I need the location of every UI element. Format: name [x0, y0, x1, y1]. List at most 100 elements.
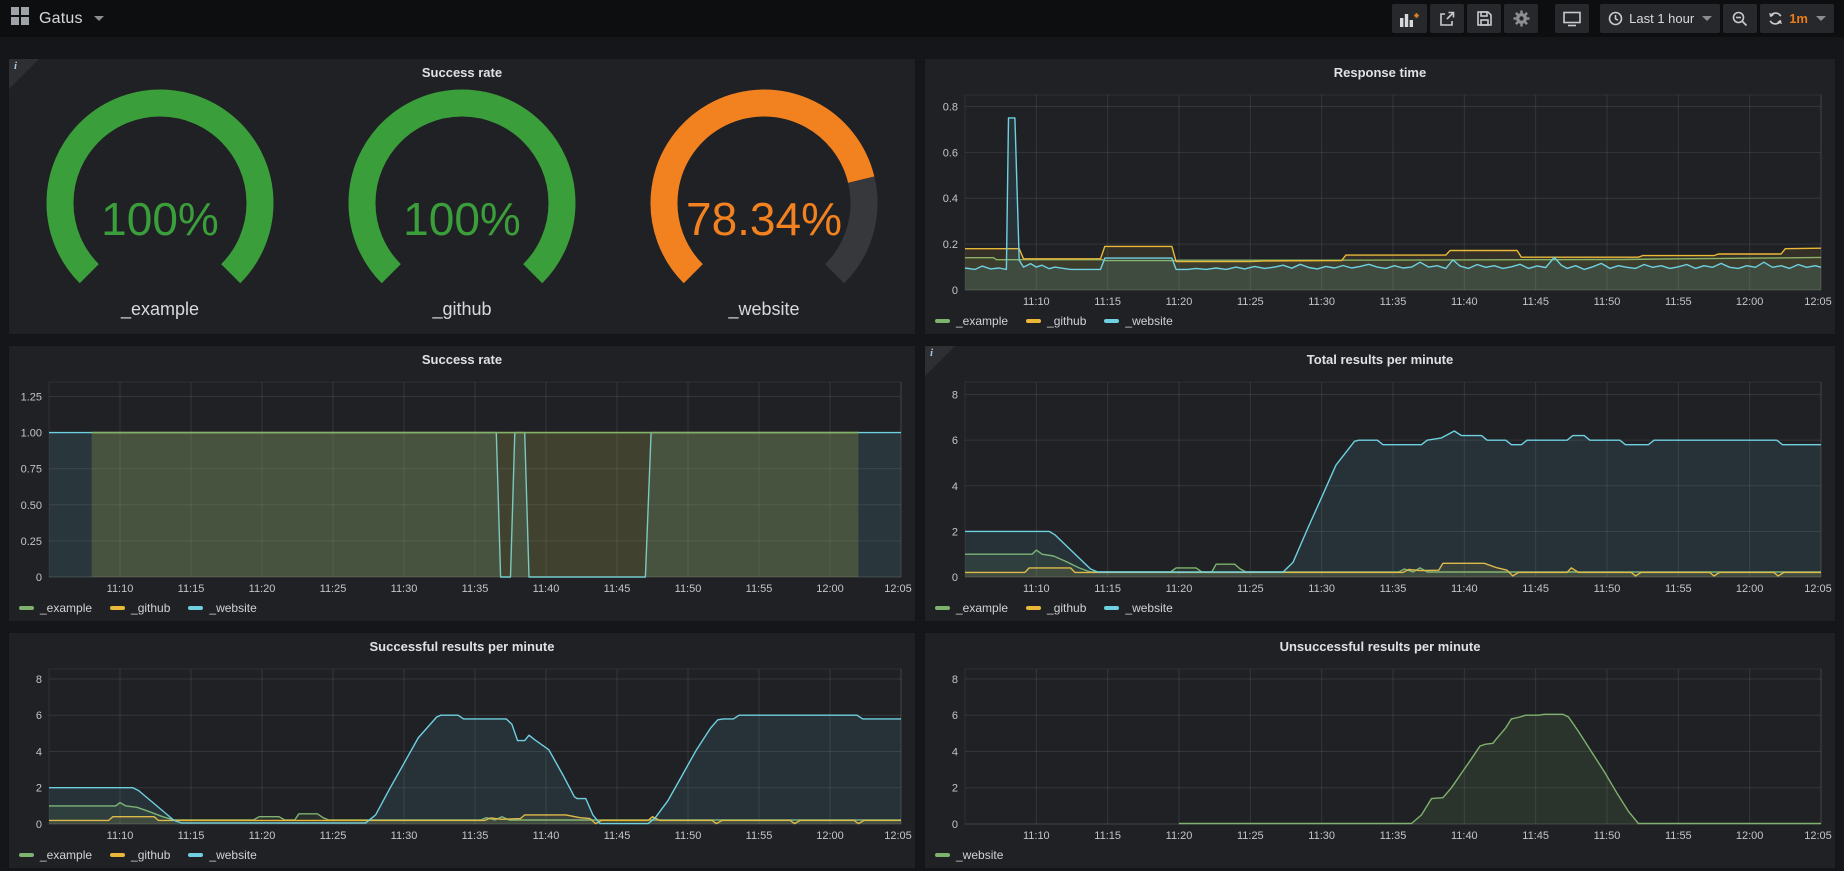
panel-total-results: i Total results per minute 11:1011:1511:…	[924, 345, 1836, 622]
share-dashboard-button[interactable]	[1430, 4, 1464, 33]
svg-text:8: 8	[952, 674, 958, 686]
panel-unsuccessful-results: Unsuccessful results per minute 11:10 11:…	[924, 632, 1836, 869]
svg-text:11:10: 11:10	[1023, 296, 1050, 308]
legend-item-_github[interactable]: _github	[110, 848, 170, 862]
successful-results-chart[interactable]: 11:1011:1511:2011:2511:3011:3511:4011:45…	[9, 659, 915, 844]
svg-text:11:55: 11:55	[746, 830, 773, 842]
panel-info-icon[interactable]: i	[925, 346, 955, 376]
legend-item-_example[interactable]: _example	[935, 314, 1008, 328]
svg-text:11:10: 11:10	[107, 830, 134, 842]
save-icon	[1477, 11, 1492, 26]
svg-text:11:30: 11:30	[1308, 296, 1335, 308]
svg-text:0.50: 0.50	[21, 500, 42, 512]
svg-text:11:35: 11:35	[1380, 583, 1407, 595]
legend-item-_example[interactable]: _example	[19, 601, 92, 615]
svg-text:12:00: 12:00	[1736, 296, 1764, 308]
info-icon: i	[14, 60, 17, 72]
dashboard-title[interactable]: Gatus	[39, 10, 83, 28]
time-range-picker[interactable]: Last 1 hour	[1600, 4, 1720, 33]
svg-text:12:05: 12:05	[1804, 583, 1832, 595]
legend-item-_website[interactable]: _website	[935, 848, 1003, 862]
legend-item-_website[interactable]: _website	[188, 601, 256, 615]
svg-text:11:55: 11:55	[746, 583, 773, 595]
gauge-_website: 78.34%_website	[613, 85, 915, 334]
gear-icon	[1513, 10, 1530, 27]
legend-item-_website[interactable]: _website	[188, 848, 256, 862]
clock-icon	[1608, 11, 1623, 26]
legend-dash-icon	[110, 606, 125, 610]
svg-text:11:15: 11:15	[1094, 296, 1121, 308]
panel-title[interactable]: Success rate	[9, 346, 915, 372]
zoom-out-button[interactable]	[1723, 4, 1757, 33]
svg-text:12:00: 12:00	[816, 583, 844, 595]
legend-dash-icon	[1026, 319, 1041, 323]
svg-text:11:20: 11:20	[1166, 583, 1193, 595]
info-icon: i	[930, 347, 933, 359]
svg-text:11:50: 11:50	[1594, 583, 1621, 595]
refresh-picker[interactable]: 1m	[1760, 4, 1834, 33]
svg-text:11:30: 11:30	[391, 583, 418, 595]
svg-text:0: 0	[36, 572, 42, 584]
svg-text:11:25: 11:25	[320, 830, 347, 842]
dashboard-settings-button[interactable]	[1504, 4, 1538, 33]
legend: _website	[935, 846, 1003, 864]
gauge-row: 100%_example100%_github78.34%_website	[9, 85, 915, 334]
svg-text:0.25: 0.25	[21, 536, 42, 548]
panel-info-icon[interactable]: i	[9, 59, 39, 89]
cycle-view-mode-button[interactable]	[1555, 4, 1589, 33]
svg-text:0.4: 0.4	[943, 193, 958, 205]
svg-text:11:50: 11:50	[1594, 830, 1621, 842]
legend-item-_website[interactable]: _website	[1104, 601, 1172, 615]
panel-title[interactable]: Success rate	[9, 59, 915, 85]
svg-text:11:55: 11:55	[1665, 583, 1692, 595]
refresh-interval-label: 1m	[1789, 11, 1808, 26]
panel-title[interactable]: Total results per minute	[925, 346, 1835, 372]
legend-label: _example	[40, 601, 92, 615]
legend-dash-icon	[1104, 319, 1119, 323]
legend-item-_example[interactable]: _example	[935, 601, 1008, 615]
legend-label: _website	[1125, 314, 1172, 328]
unsuccessful-results-chart[interactable]: 11:1011:1511:2011:2511:3011:3511:4011:45…	[925, 659, 1835, 844]
svg-text:11:35: 11:35	[462, 583, 489, 595]
svg-text:12:05: 12:05	[1804, 296, 1832, 308]
panel-success-rate-graph: Success rate 11:1011:1511:2011:2511:3011…	[8, 345, 916, 622]
legend-item-_github[interactable]: _github	[1026, 314, 1086, 328]
svg-text:11:50: 11:50	[675, 583, 702, 595]
legend-dash-icon	[1104, 606, 1119, 610]
panel-title[interactable]: Successful results per minute	[9, 633, 915, 659]
legend-label: _example	[956, 314, 1008, 328]
svg-text:11:25: 11:25	[1237, 830, 1264, 842]
svg-text:11:50: 11:50	[675, 830, 702, 842]
svg-text:12:00: 12:00	[816, 830, 844, 842]
svg-text:8: 8	[36, 674, 42, 686]
save-dashboard-button[interactable]	[1467, 4, 1501, 33]
time-range-label: Last 1 hour	[1629, 11, 1694, 26]
response-time-chart[interactable]: 11:1011:1511:2011:2511:3011:3511:4011:45…	[925, 85, 1835, 310]
refresh-icon	[1768, 11, 1783, 26]
svg-text:11:20: 11:20	[249, 830, 276, 842]
legend-dash-icon	[110, 853, 125, 857]
legend-dash-icon	[19, 606, 34, 610]
svg-text:11:30: 11:30	[1308, 830, 1335, 842]
svg-text:2: 2	[36, 783, 42, 795]
success-rate-chart[interactable]: 11:1011:1511:2011:2511:3011:3511:4011:45…	[9, 372, 915, 597]
legend-item-_github[interactable]: _github	[1026, 601, 1086, 615]
total-results-chart[interactable]: 11:1011:1511:2011:2511:3011:3511:4011:45…	[925, 372, 1835, 597]
svg-text:11:10: 11:10	[1023, 583, 1050, 595]
legend-label: _website	[956, 848, 1003, 862]
legend-dash-icon	[1026, 606, 1041, 610]
svg-text:0.6: 0.6	[943, 147, 958, 159]
gauge-value: 78.34%	[686, 193, 842, 245]
apps-grid-icon[interactable]	[10, 6, 30, 31]
svg-text:11:45: 11:45	[1522, 583, 1549, 595]
legend-label: _website	[1125, 601, 1172, 615]
svg-text:0: 0	[952, 819, 958, 831]
legend-item-_example[interactable]: _example	[19, 848, 92, 862]
add-panel-button[interactable]	[1392, 4, 1427, 33]
legend-item-_github[interactable]: _github	[110, 601, 170, 615]
svg-text:11:30: 11:30	[391, 830, 418, 842]
panel-title[interactable]: Response time	[925, 59, 1835, 85]
legend-item-_website[interactable]: _website	[1104, 314, 1172, 328]
svg-text:11:10: 11:10	[1023, 830, 1050, 842]
panel-title[interactable]: Unsuccessful results per minute	[925, 633, 1835, 659]
